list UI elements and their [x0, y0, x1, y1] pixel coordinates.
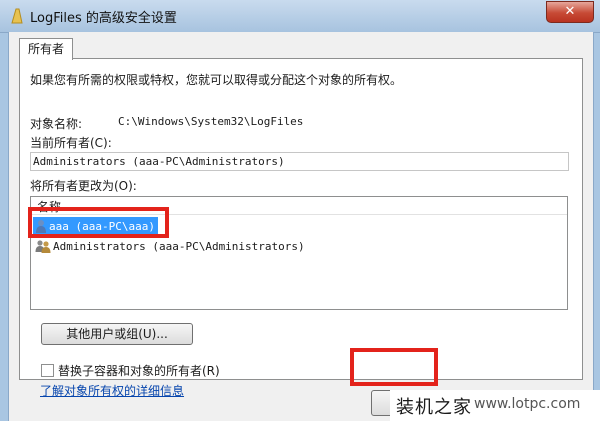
current-owner-label: 当前所有者(C):: [30, 136, 112, 150]
group-icon: [35, 240, 51, 253]
object-name-value: C:\Windows\System32\LogFiles: [118, 115, 304, 128]
replace-owner-label: 替换子容器和对象的所有者(R): [58, 364, 220, 378]
object-name-label: 对象名称:: [30, 117, 83, 131]
other-users-button[interactable]: 其他用户或组(U)...: [41, 323, 193, 345]
close-button[interactable]: ✕: [546, 1, 594, 23]
current-owner-field: Administrators (aaa-PC\Administrators): [30, 152, 569, 171]
list-item-label: Administrators (aaa-PC\Administrators): [53, 239, 305, 253]
watermark: 装机之家 www.lotpc.com: [390, 390, 600, 421]
change-owner-label: 将所有者更改为(O):: [30, 179, 137, 193]
intro-text: 如果您有所需的权限或特权，您就可以取得或分配这个对象的所有权。: [30, 73, 403, 87]
selection-highlight-box: [28, 207, 169, 238]
folder-icon: [11, 8, 23, 24]
watermark-text: 装机之家: [396, 397, 472, 418]
watermark-url: www.lotpc.com: [474, 396, 581, 412]
list-item-administrators[interactable]: Administrators (aaa-PC\Administrators): [33, 237, 305, 254]
ownership-help-link[interactable]: 了解对象所有权的详细信息: [40, 382, 184, 399]
tab-owner[interactable]: 所有者: [19, 38, 74, 60]
title-bar: LogFiles 的高级安全设置 ✕: [0, 0, 600, 33]
ok-highlight-box: [350, 348, 438, 386]
window-title: LogFiles 的高级安全设置: [30, 11, 177, 26]
replace-owner-checkbox[interactable]: [41, 364, 54, 377]
